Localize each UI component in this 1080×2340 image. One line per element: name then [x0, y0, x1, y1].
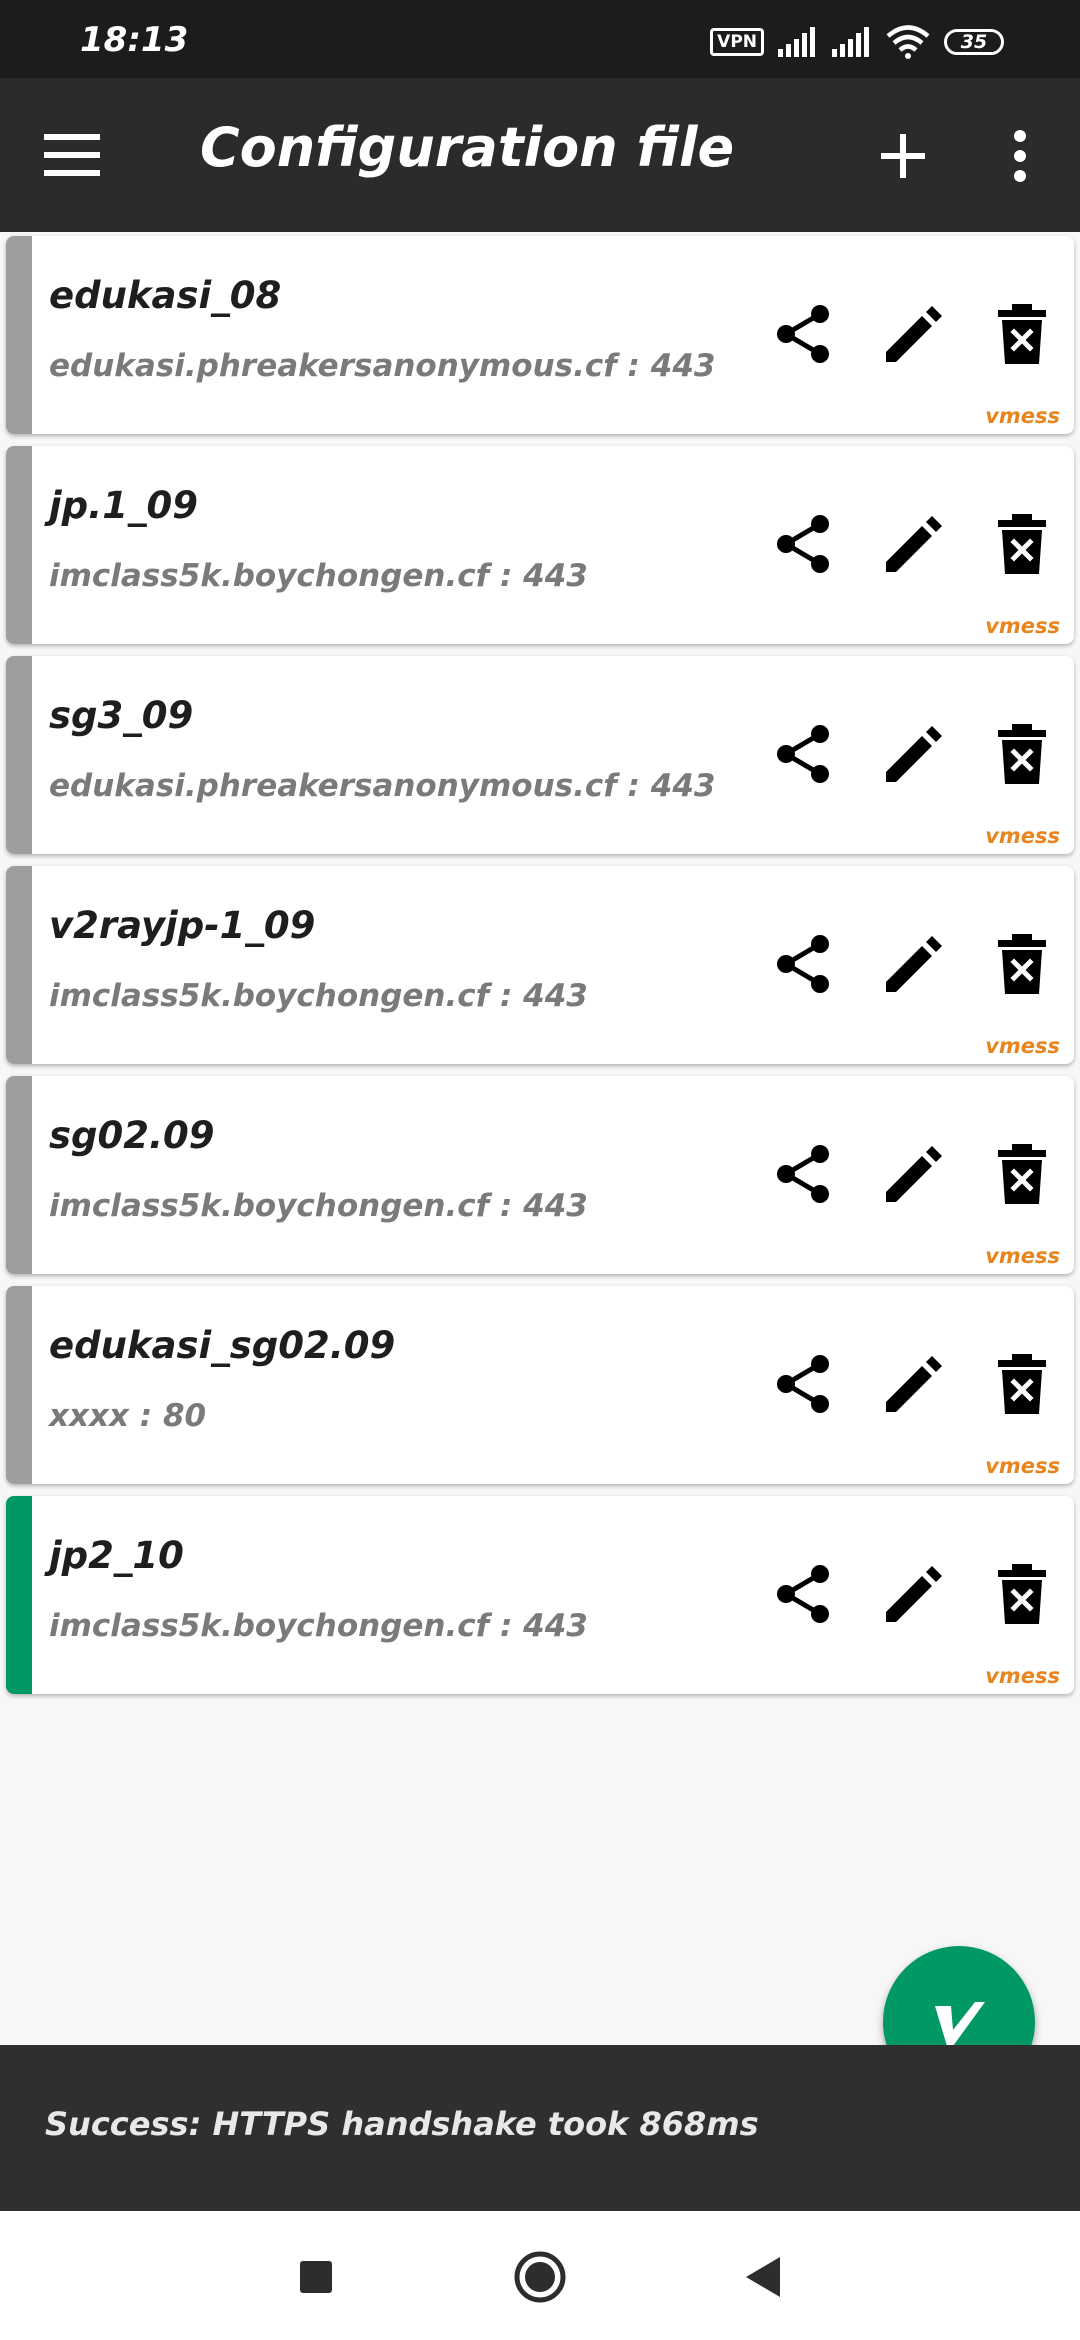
signal-icon — [832, 27, 869, 57]
delete-icon[interactable] — [990, 932, 1054, 996]
status-icons: VPN 35 — [710, 22, 1004, 62]
server-card[interactable]: jp.1_09 imclass5k.boychongen.cf : 443 vmes… — [6, 446, 1074, 644]
add-icon[interactable] — [880, 128, 926, 184]
server-name: v2rayjp-1_09 — [49, 904, 316, 947]
edit-icon[interactable] — [880, 302, 944, 366]
server-address: xxxx : 80 — [49, 1398, 207, 1434]
selection-indicator — [6, 1286, 32, 1484]
share-icon[interactable] — [772, 512, 836, 576]
share-icon[interactable] — [772, 1352, 836, 1416]
server-card[interactable]: v2rayjp-1_09 imclass5k.boychongen.cf : 44… — [6, 866, 1074, 1064]
protocol-type: vmess — [985, 1244, 1060, 1268]
system-navbar — [0, 2211, 1080, 2340]
vpn-icon: VPN — [710, 28, 764, 56]
server-card[interactable]: sg3_09 edukasi.phreakersanonymous.cf : 44… — [6, 656, 1074, 854]
delete-icon[interactable] — [990, 1142, 1054, 1206]
wifi-icon — [886, 25, 930, 59]
server-name: edukasi_08 — [49, 274, 282, 317]
battery-icon: 35 — [944, 29, 1004, 55]
selection-indicator — [6, 236, 32, 434]
protocol-type: vmess — [985, 824, 1060, 848]
edit-icon[interactable] — [880, 1142, 944, 1206]
server-name: sg02.09 — [49, 1114, 215, 1157]
edit-icon[interactable] — [880, 932, 944, 996]
protocol-type: vmess — [985, 1034, 1060, 1058]
server-name: jp.1_09 — [49, 484, 198, 527]
server-name: sg3_09 — [49, 694, 194, 737]
edit-icon[interactable] — [880, 722, 944, 786]
signal-icon — [778, 27, 815, 57]
server-address: edukasi.phreakersanonymous.cf : 443 — [49, 768, 716, 804]
server-card[interactable]: edukasi_08 edukasi.phreakersanonymous.cf … — [6, 236, 1074, 434]
share-icon[interactable] — [772, 932, 836, 996]
server-address: edukasi.phreakersanonymous.cf : 443 — [49, 348, 716, 384]
back-button[interactable] — [736, 2249, 792, 2305]
v2ray-connect-icon — [935, 2002, 985, 2046]
page-title: Configuration file — [200, 116, 735, 179]
server-address: imclass5k.boychongen.cf : 443 — [49, 558, 588, 594]
edit-icon[interactable] — [880, 512, 944, 576]
home-button[interactable] — [512, 2249, 568, 2305]
edit-icon[interactable] — [880, 1562, 944, 1626]
server-name: jp2_10 — [49, 1534, 184, 1577]
more-vert-icon[interactable] — [1000, 126, 1040, 186]
selection-indicator — [6, 1496, 32, 1694]
recents-button[interactable] — [288, 2249, 344, 2305]
server-address: imclass5k.boychongen.cf : 443 — [49, 1188, 588, 1224]
delete-icon[interactable] — [990, 1562, 1054, 1626]
share-icon[interactable] — [772, 1142, 836, 1206]
server-name: edukasi_sg02.09 — [49, 1324, 396, 1367]
protocol-type: vmess — [985, 404, 1060, 428]
delete-icon[interactable] — [990, 1352, 1054, 1416]
server-card[interactable]: sg02.09 imclass5k.boychongen.cf : 443 vmes… — [6, 1076, 1074, 1274]
status-time: 18:13 — [80, 20, 189, 60]
status-bar: 18:13 VPN 35 — [0, 0, 1080, 78]
protocol-type: vmess — [985, 1454, 1060, 1478]
share-icon[interactable] — [772, 1562, 836, 1626]
snackbar-message: Success: HTTPS handshake took 868ms — [45, 2105, 759, 2143]
selection-indicator — [6, 656, 32, 854]
protocol-type: vmess — [985, 614, 1060, 638]
snackbar: Success: HTTPS handshake took 868ms — [0, 2045, 1080, 2211]
server-address: imclass5k.boychongen.cf : 443 — [49, 1608, 588, 1644]
share-icon[interactable] — [772, 302, 836, 366]
server-card[interactable]: jp2_10 imclass5k.boychongen.cf : 443 vmess — [6, 1496, 1074, 1694]
delete-icon[interactable] — [990, 512, 1054, 576]
edit-icon[interactable] — [880, 1352, 944, 1416]
menu-icon[interactable] — [44, 130, 100, 180]
protocol-type: vmess — [985, 1664, 1060, 1688]
delete-icon[interactable] — [990, 722, 1054, 786]
selection-indicator — [6, 1076, 32, 1274]
delete-icon[interactable] — [990, 302, 1054, 366]
app-toolbar: Configuration file — [0, 78, 1080, 232]
selection-indicator — [6, 866, 32, 1064]
share-icon[interactable] — [772, 722, 836, 786]
server-address: imclass5k.boychongen.cf : 443 — [49, 978, 588, 1014]
server-card[interactable]: edukasi_sg02.09xxxx : 80 vmess — [6, 1286, 1074, 1484]
selection-indicator — [6, 446, 32, 644]
